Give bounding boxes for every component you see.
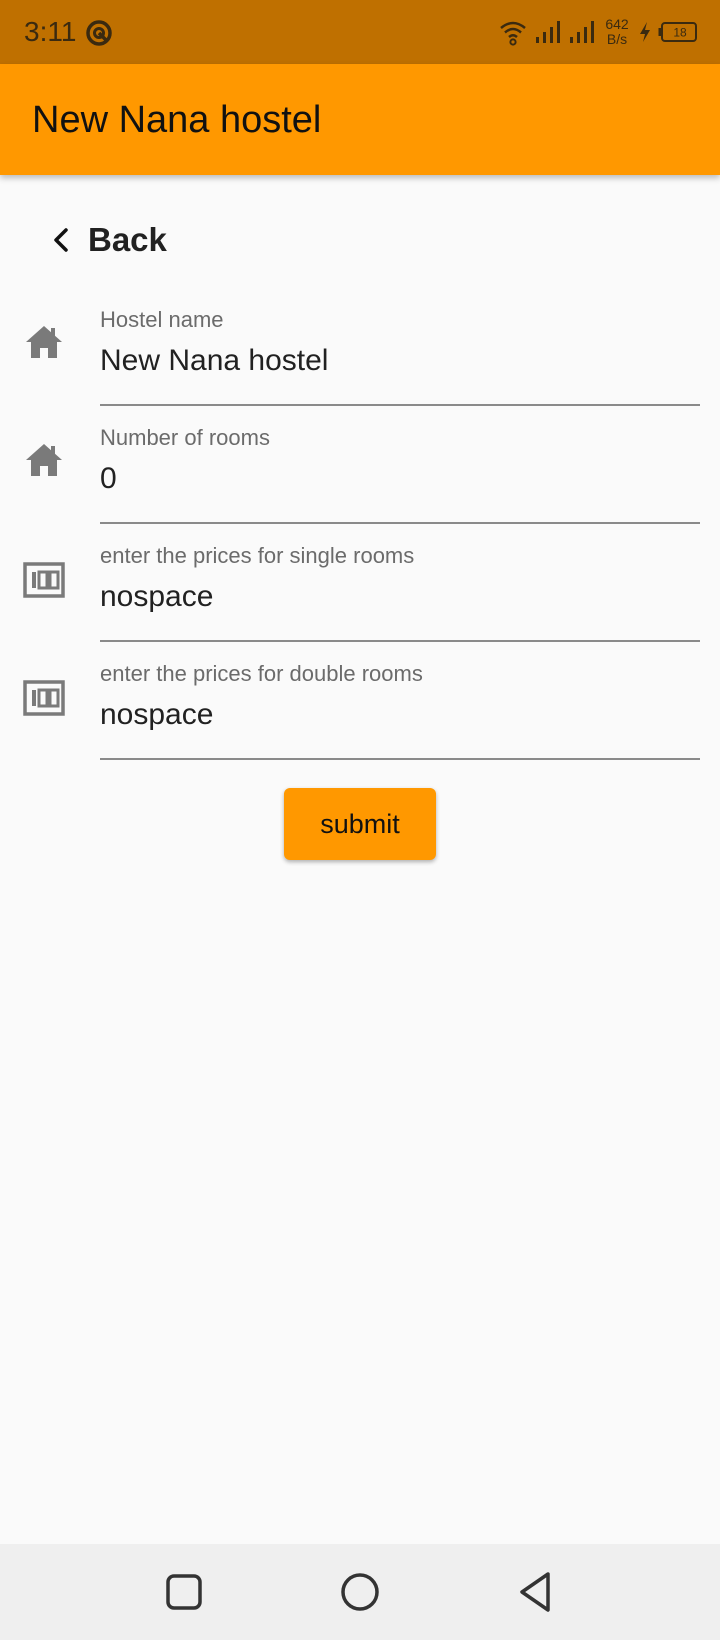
recents-icon[interactable] [158, 1566, 210, 1618]
net-speed-value: 642 [605, 16, 629, 32]
chevron-left-icon [54, 228, 68, 252]
home-icon[interactable] [334, 1566, 386, 1618]
dnd-icon [86, 20, 112, 46]
charging-icon [640, 22, 650, 42]
page-title: New Nana hostel [32, 99, 322, 141]
field-value: New Nana hostel [100, 344, 329, 377]
money-icon [23, 562, 65, 598]
status-icons: 642 B/s 18 [498, 16, 698, 48]
back-label: Back [88, 221, 167, 258]
navigation-bar [0, 1544, 720, 1640]
money-icon [23, 680, 65, 716]
house-icon [26, 326, 62, 358]
double-room-price-field[interactable]: enter the prices for double rooms nospac… [0, 654, 720, 760]
field-label: enter the prices for single rooms [100, 543, 415, 568]
house-icon [26, 444, 62, 476]
single-room-price-field[interactable]: enter the prices for single rooms nospac… [0, 536, 720, 642]
status-bar: 3:11 642 B/s 18 [0, 0, 720, 64]
net-speed-unit: B/s [606, 31, 628, 47]
signal-icon [570, 21, 594, 43]
field-value: nospace [100, 580, 214, 613]
single-room-price-input[interactable]: enter the prices for single rooms nospac… [100, 536, 700, 642]
battery-icon: 18 [658, 22, 697, 42]
field-label: Number of rooms [100, 425, 270, 450]
app-bar: New Nana hostel [0, 64, 720, 175]
submit-button[interactable]: submit [284, 788, 436, 860]
field-value: 0 [100, 462, 117, 495]
number-of-rooms-input[interactable]: Number of rooms 0 [100, 418, 700, 524]
hostel-name-field[interactable]: Hostel name New Nana hostel [0, 300, 720, 406]
double-room-price-input[interactable]: enter the prices for double rooms nospac… [100, 654, 700, 760]
field-label: Hostel name [100, 307, 224, 332]
back-icon[interactable] [510, 1566, 562, 1618]
field-label: enter the prices for double rooms [100, 661, 423, 686]
number-of-rooms-field[interactable]: Number of rooms 0 [0, 418, 720, 524]
field-value: nospace [100, 698, 214, 731]
net-speed: 642 B/s [602, 17, 632, 47]
hostel-name-input[interactable]: Hostel name New Nana hostel [100, 300, 700, 406]
back-button[interactable]: Back [48, 212, 167, 268]
wifi-icon [500, 21, 526, 46]
signal-icon [536, 21, 560, 43]
battery-level: 18 [673, 26, 687, 40]
status-time: 3:11 [24, 16, 77, 47]
